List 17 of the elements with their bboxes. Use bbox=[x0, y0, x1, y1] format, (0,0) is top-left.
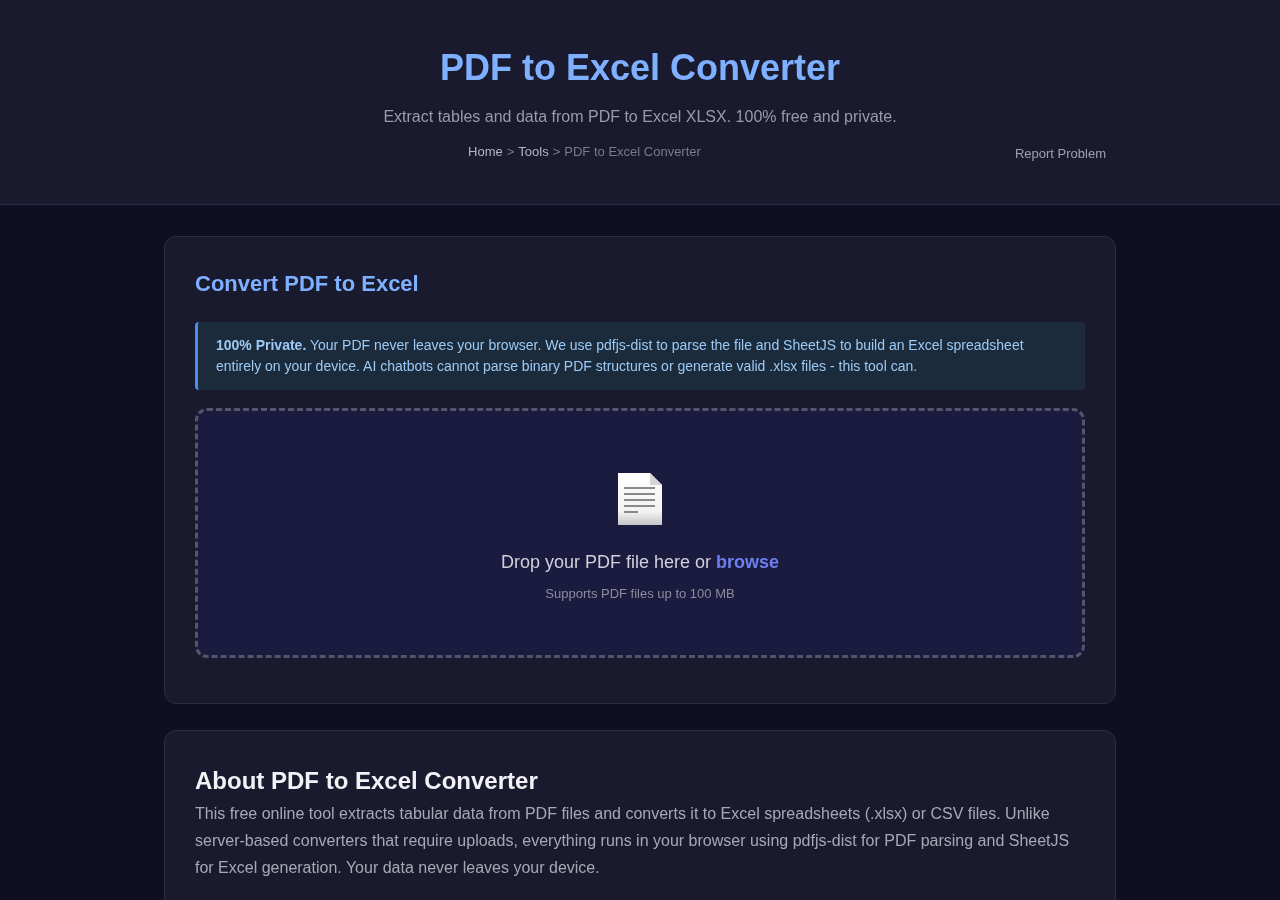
about-heading: About PDF to Excel Converter bbox=[195, 766, 538, 796]
browse-link[interactable]: browse bbox=[716, 552, 780, 572]
page-title: PDF to Excel Converter bbox=[439, 46, 841, 90]
privacy-notice: 100% Private. Your PDF never leaves your browser. We use pdfjs-dist to parse the file and SheetJS to build an Excel spreadsheet entirely on your device. AI chatbots cannot parse binary PDF structures or generate valid .xlsx files - this tool can. bbox=[195, 322, 1085, 390]
breadcrumb-current: PDF to Excel Converter bbox=[564, 143, 701, 161]
breadcrumb-link[interactable]: Tools bbox=[518, 143, 549, 161]
drop-instruction: Drop your PDF file here or browse bbox=[500, 551, 780, 574]
breadcrumb-link[interactable]: Home bbox=[468, 143, 503, 161]
document-icon bbox=[617, 472, 663, 526]
file-size-hint: Supports PDF files up to 100 MB bbox=[545, 585, 735, 603]
about-paragraph: This free online tool extracts tabular data from PDF files and converts it to Excel spreadsheets (.xlsx) or CSV files. Unlike server-based converters that require uploads, everything runs in your browser using pdfjs-dist for PDF parsing and SheetJS for Excel generation. Your data never leaves your device. bbox=[195, 804, 1071, 878]
page-subtitle: Extract tables and data from PDF to Excel XLSX. 100% free and private. bbox=[383, 107, 897, 127]
breadcrumb-separator: > bbox=[552, 143, 561, 161]
report-problem-link[interactable]: Report Problem bbox=[1014, 145, 1106, 163]
breadcrumb-separator: > bbox=[506, 143, 515, 161]
section-heading: Convert PDF to Excel bbox=[195, 270, 419, 298]
file-drop-zone[interactable]: Drop your PDF file here or browse Supports PDF files up to 100 MB bbox=[195, 408, 1085, 658]
